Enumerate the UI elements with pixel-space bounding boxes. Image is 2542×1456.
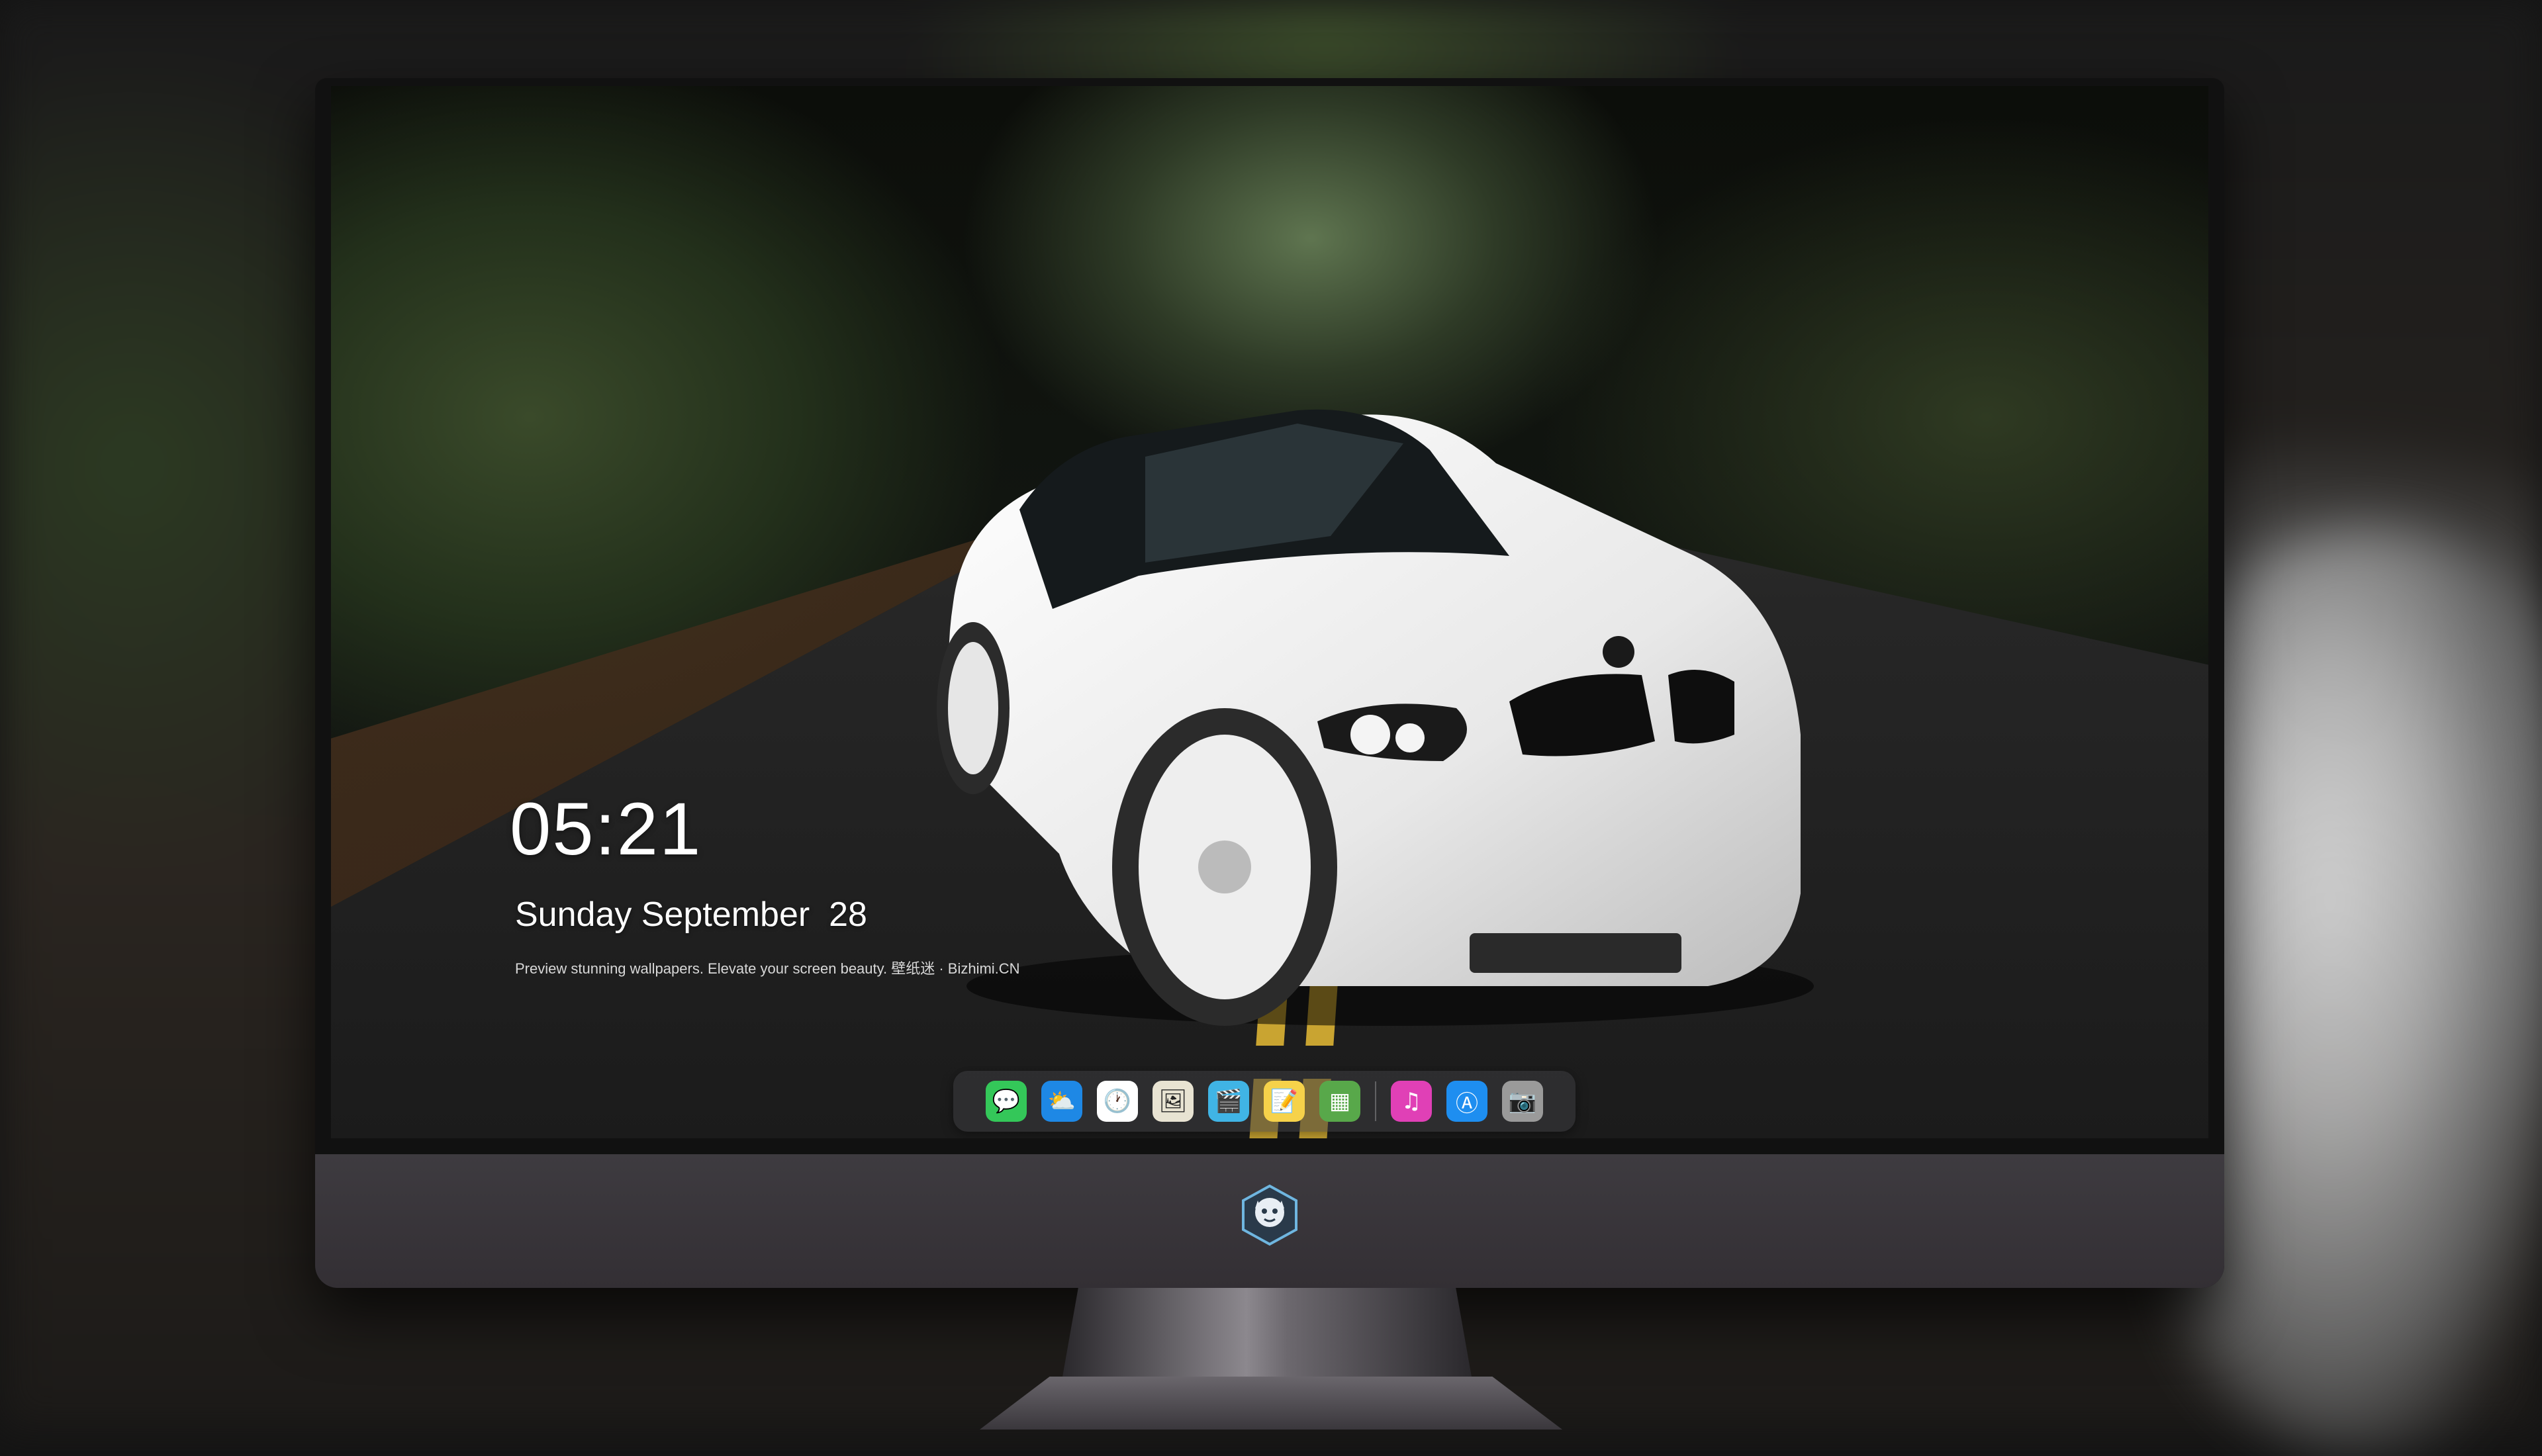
wallpaper-car — [937, 409, 1814, 1026]
lock-screen-date: Sunday September 28 — [515, 895, 867, 934]
app-store-icon[interactable]: Ⓐ — [1446, 1081, 1487, 1122]
monitor-stand-neck — [1062, 1288, 1472, 1381]
music-icon[interactable]: ♫ — [1391, 1081, 1432, 1122]
notes-icon[interactable]: 📝 — [1264, 1081, 1305, 1122]
clock-icon[interactable]: 🕐 — [1097, 1081, 1138, 1122]
dock-separator — [1375, 1081, 1376, 1121]
mascot-logo-icon — [1242, 1184, 1297, 1246]
dock: 💬 ⛅ 🕐 🖼 🎬 📝 ▦ ♫ Ⓐ 📷 — [953, 1071, 1576, 1132]
monitor-stand-base — [980, 1377, 1562, 1430]
imac-monitor: 05:21 Sunday September 28 Preview stunni… — [315, 78, 2224, 1288]
lock-screen[interactable]: 05:21 Sunday September 28 Preview stunni… — [331, 86, 2208, 1138]
camera-icon[interactable]: 📷 — [1502, 1081, 1543, 1122]
photo-booth-icon[interactable]: ▦ — [1319, 1081, 1360, 1122]
messages-icon[interactable]: 💬 — [986, 1081, 1027, 1122]
lock-screen-clock: 05:21 — [510, 788, 702, 870]
wallpaper-tagline: Preview stunning wallpapers. Elevate you… — [515, 960, 1020, 977]
weather-icon[interactable]: ⛅ — [1041, 1081, 1082, 1122]
blurred-car-reflection — [2171, 529, 2542, 1456]
clips-icon[interactable]: 🎬 — [1208, 1081, 1249, 1122]
preview-icon[interactable]: 🖼 — [1153, 1081, 1194, 1122]
